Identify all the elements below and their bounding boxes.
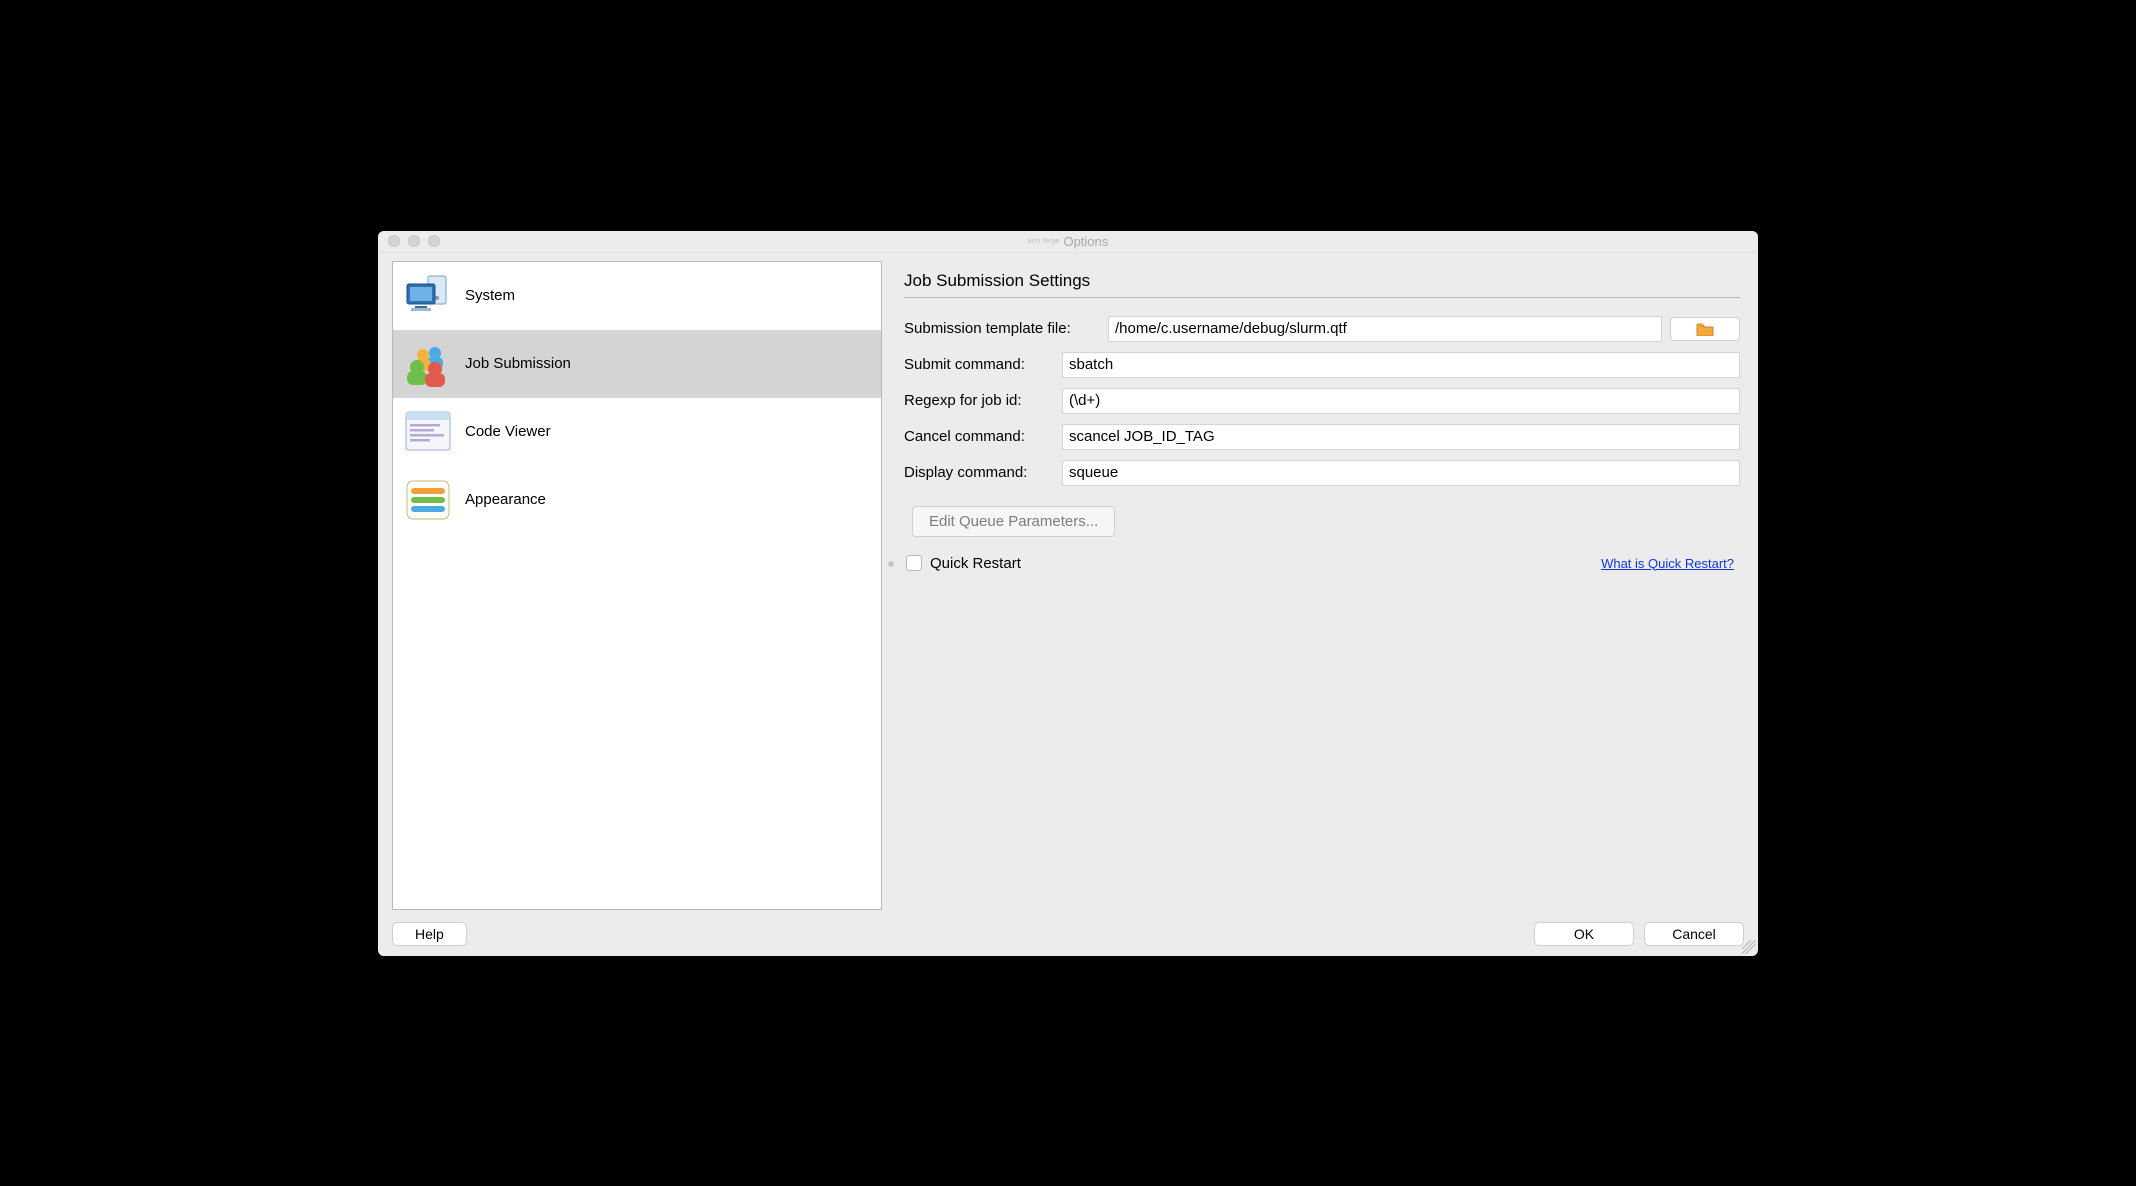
- options-window: arm FORGE Options: [378, 231, 1758, 956]
- dialog-footer: Help OK Cancel: [392, 922, 1744, 946]
- cancel-button[interactable]: Cancel: [1644, 922, 1744, 946]
- label-template-file: Submission template file:: [904, 320, 1100, 337]
- label-regex-jobid: Regexp for job id:: [904, 392, 1054, 409]
- ok-button[interactable]: OK: [1534, 922, 1634, 946]
- row-cancel-command: Cancel command:: [904, 424, 1740, 450]
- sidebar-item-code-viewer[interactable]: Code Viewer: [393, 398, 881, 466]
- window-title: Options: [1063, 234, 1108, 249]
- quick-restart-help-link[interactable]: What is Quick Restart?: [1601, 556, 1740, 571]
- category-sidebar: System: [392, 261, 882, 910]
- close-icon[interactable]: [388, 235, 400, 247]
- browse-button[interactable]: [1670, 317, 1740, 341]
- input-submit-command[interactable]: [1062, 352, 1740, 378]
- minimize-icon[interactable]: [408, 235, 420, 247]
- settings-panel: Job Submission Settings Submission templ…: [904, 261, 1744, 910]
- quick-restart-label: Quick Restart: [930, 555, 1021, 572]
- sidebar-item-label: Appearance: [465, 491, 546, 508]
- quick-restart-checkbox[interactable]: [906, 555, 922, 571]
- traffic-lights: [378, 235, 440, 247]
- input-display-command[interactable]: [1062, 460, 1740, 486]
- row-submit-command: Submit command:: [904, 352, 1740, 378]
- label-display-command: Display command:: [904, 464, 1054, 481]
- jobs-icon: [403, 339, 453, 389]
- sidebar-item-label: Code Viewer: [465, 423, 551, 440]
- edit-queue-parameters-button[interactable]: Edit Queue Parameters...: [912, 506, 1115, 537]
- input-template-file[interactable]: [1108, 316, 1662, 342]
- viewer-icon: [403, 407, 453, 457]
- panel-heading: Job Submission Settings: [904, 271, 1740, 298]
- sidebar-item-label: System: [465, 287, 515, 304]
- row-template-file: Submission template file:: [904, 316, 1740, 342]
- splitter-handle[interactable]: [888, 561, 894, 567]
- folder-icon: [1696, 322, 1714, 336]
- titlebar[interactable]: arm FORGE Options: [378, 231, 1758, 253]
- label-cancel-command: Cancel command:: [904, 428, 1054, 445]
- app-logo-icon: arm FORGE: [1028, 238, 1060, 245]
- sidebar-item-appearance[interactable]: Appearance: [393, 466, 881, 534]
- label-submit-command: Submit command:: [904, 356, 1054, 373]
- input-cancel-command[interactable]: [1062, 424, 1740, 450]
- row-display-command: Display command:: [904, 460, 1740, 486]
- appearance-icon: [403, 475, 453, 525]
- system-icon: [403, 271, 453, 321]
- zoom-icon[interactable]: [428, 235, 440, 247]
- sidebar-item-label: Job Submission: [465, 355, 571, 372]
- row-regex-jobid: Regexp for job id:: [904, 388, 1740, 414]
- resize-grip[interactable]: [1742, 940, 1756, 954]
- input-regex-jobid[interactable]: [1062, 388, 1740, 414]
- sidebar-item-system[interactable]: System: [393, 262, 881, 330]
- help-button[interactable]: Help: [392, 922, 467, 946]
- sidebar-item-job-submission[interactable]: Job Submission: [393, 330, 881, 398]
